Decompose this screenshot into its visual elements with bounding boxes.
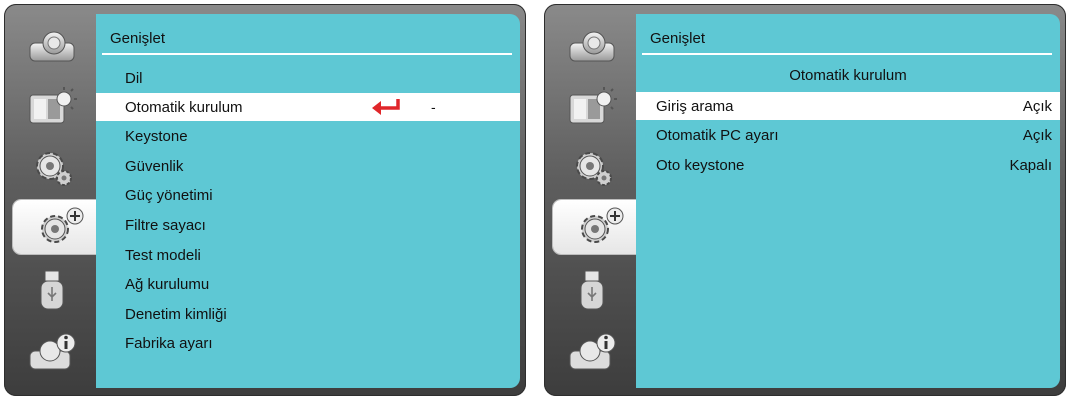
panel-title: Genişlet xyxy=(110,30,166,47)
gear-icon xyxy=(36,152,72,186)
setting-auto-keystone[interactable]: Oto keystone Kapalı xyxy=(636,151,1060,179)
setting-label: Giriş arama xyxy=(656,97,734,115)
menu-item-factory-reset[interactable]: Fabrika ayarı xyxy=(96,329,520,357)
sidebar-item-advanced[interactable] xyxy=(553,200,645,254)
advanced-gear-icon xyxy=(581,207,624,243)
menu-item-label: Otomatik kurulum xyxy=(125,98,243,116)
setting-auto-pc-adjust[interactable]: Otomatik PC ayarı Açık xyxy=(636,121,1060,149)
menu-item-filter-counter[interactable]: Filtre sayacı xyxy=(96,211,520,239)
menu-item-label: Test modeli xyxy=(125,246,201,264)
menu-item-security[interactable]: Güvenlik xyxy=(96,152,520,180)
menu-item-control-id[interactable]: Denetim kimliği xyxy=(96,300,520,328)
menu-item-label: Ağ kurulumu xyxy=(125,275,210,293)
setting-value: Açık xyxy=(1022,97,1052,115)
menu-item-label: Güç yönetimi xyxy=(125,186,213,204)
menu-item-label: Fabrika ayarı xyxy=(125,334,213,352)
title-divider xyxy=(102,53,512,55)
menu-item-language[interactable]: Dil xyxy=(96,64,520,92)
menu-item-test-pattern[interactable]: Test modeli xyxy=(96,241,520,269)
info-icon xyxy=(29,333,76,370)
menu-panel: Genişlet Dil Otomatik kurulum - Keystone… xyxy=(96,14,520,388)
submenu-panel: Genişlet Otomatik kurulum Giriş arama Aç… xyxy=(636,14,1060,388)
projector-submenu-screen: Genişlet Otomatik kurulum Giriş arama Aç… xyxy=(544,4,1066,396)
setting-label: Oto keystone xyxy=(656,156,745,174)
projector-icon xyxy=(569,31,615,62)
menu-item-auto-setup[interactable]: Otomatik kurulum - xyxy=(96,93,520,121)
info-icon xyxy=(569,333,616,370)
sidebar-item-usb[interactable] xyxy=(12,264,92,318)
picture-settings-icon xyxy=(569,87,617,124)
sidebar-item-advanced[interactable] xyxy=(13,200,105,254)
sidebar-item-usb[interactable] xyxy=(552,264,632,318)
sidebar-item-info[interactable] xyxy=(12,326,92,380)
menu-item-label: Keystone xyxy=(125,127,188,145)
picture-settings-icon xyxy=(29,87,77,124)
usb-icon xyxy=(40,270,64,310)
panel-title: Genişlet xyxy=(650,30,706,47)
sidebar xyxy=(12,14,105,386)
menu-item-power-management[interactable]: Güç yönetimi xyxy=(96,181,520,209)
menu-item-value: - xyxy=(431,99,436,115)
menu-item-label: Denetim kimliği xyxy=(125,305,227,323)
setting-label: Otomatik PC ayarı xyxy=(656,126,779,144)
menu-item-label: Güvenlik xyxy=(125,157,184,175)
sidebar-item-info[interactable] xyxy=(552,326,632,380)
setting-input-search[interactable]: Giriş arama Açık xyxy=(636,92,1060,120)
menu-item-network-setup[interactable]: Ağ kurulumu xyxy=(96,270,520,298)
menu-item-label: Filtre sayacı xyxy=(125,216,206,234)
submenu-title: Otomatik kurulum xyxy=(789,67,907,84)
sidebar-item-projector[interactable] xyxy=(552,20,632,74)
sidebar xyxy=(552,14,645,386)
enter-arrow-icon xyxy=(372,99,400,115)
sidebar-item-projector[interactable] xyxy=(12,20,92,74)
setting-value: Açık xyxy=(1022,126,1052,144)
sidebar-item-settings[interactable] xyxy=(552,140,632,194)
sidebar-item-settings[interactable] xyxy=(12,140,92,194)
gear-icon xyxy=(576,152,612,186)
projector-menu-screen: Genişlet Dil Otomatik kurulum - Keystone… xyxy=(4,4,526,396)
menu-item-keystone[interactable]: Keystone xyxy=(96,122,520,150)
title-divider xyxy=(642,53,1052,55)
menu-item-label: Dil xyxy=(125,69,143,87)
sidebar-item-picture[interactable] xyxy=(12,80,92,134)
advanced-gear-icon xyxy=(41,207,84,243)
projector-icon xyxy=(29,31,75,62)
usb-icon xyxy=(580,270,604,310)
setting-value: Kapalı xyxy=(1009,156,1052,174)
sidebar-item-picture[interactable] xyxy=(552,80,632,134)
